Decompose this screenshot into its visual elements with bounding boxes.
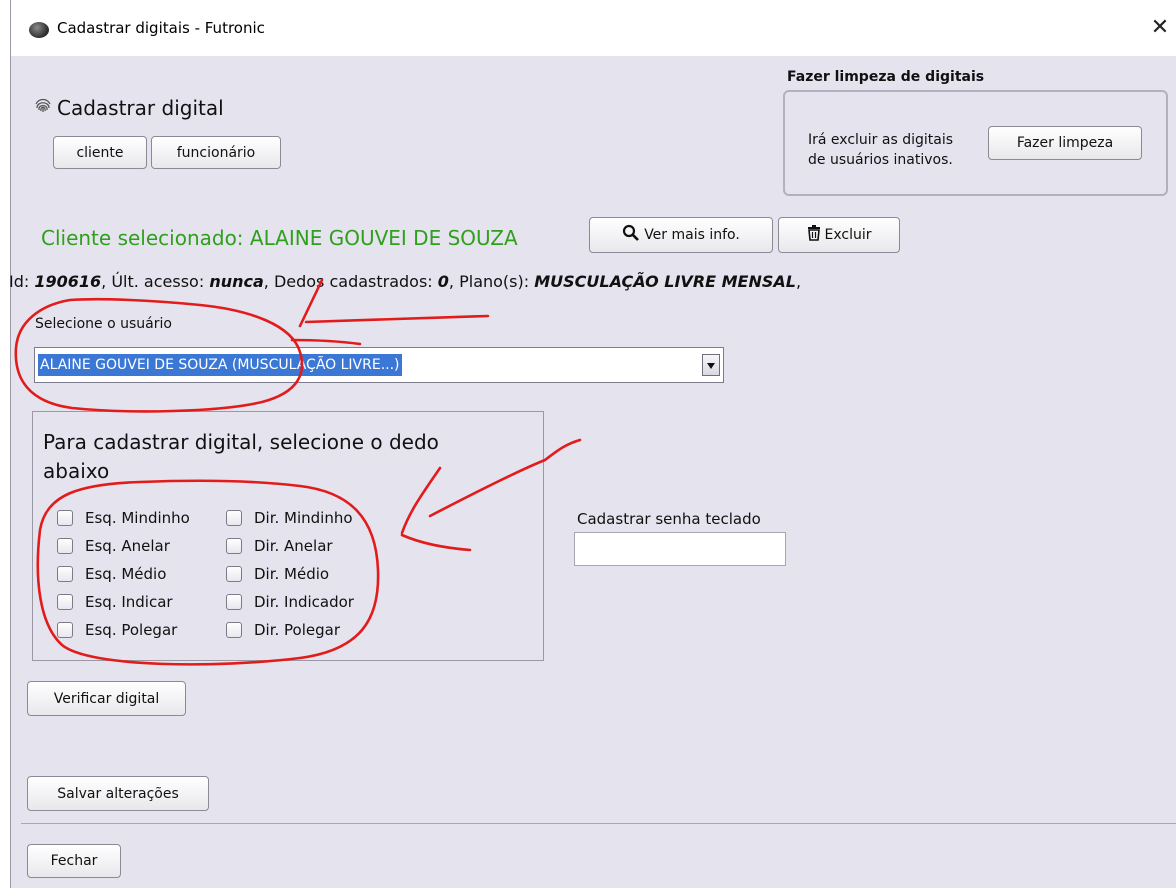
save-changes-button[interactable]: Salvar alterações [27,776,209,811]
finger-panel-title-1: Para cadastrar digital, selecione o dedo [43,430,439,454]
cleanup-description-1: Irá excluir as digitais [808,132,954,148]
right-thumb-checkbox[interactable] [226,622,242,638]
employee-button[interactable]: funcionário [151,136,281,169]
delete-label: Excluir [824,227,872,243]
main-window: Cadastrar digitais - Futronic ✕ Cadastra… [9,0,1176,888]
trash-icon [807,225,821,245]
user-select-value: ALAINE GOUVEI DE SOUZA (MUSCULAÇÃO LIVRE… [38,354,402,376]
left-index-label: Esq. Indicar [85,593,173,611]
registered-fingers-label: , Dedos cadastrados: [263,272,438,291]
right-index-label: Dir. Indicador [254,593,354,611]
left-ring-checkbox[interactable] [57,538,73,554]
cleanup-description-2: de usuários inativos. [808,152,953,168]
user-select[interactable]: ALAINE GOUVEI DE SOUZA (MUSCULAÇÃO LIVRE… [34,347,724,383]
left-pinky-checkbox[interactable] [57,510,73,526]
plan-label: , Plano(s): [448,272,535,291]
futronic-app-icon [29,22,49,38]
cleanup-button[interactable]: Fazer limpeza [988,126,1142,160]
info-trailing: , [795,272,802,291]
right-ring-checkbox[interactable] [226,538,242,554]
plan-value: MUSCULAÇÃO LIVRE MENSAL [534,272,796,291]
left-index-checkbox[interactable] [57,594,73,610]
id-value: 190616 [34,272,102,291]
right-index-checkbox[interactable] [226,594,242,610]
search-icon [622,224,640,246]
right-pinky-label: Dir. Mindinho [254,509,353,527]
right-middle-label: Dir. Médio [254,565,330,583]
more-info-button[interactable]: Ver mais info. [589,217,773,253]
left-middle-checkbox[interactable] [57,566,73,582]
title-bar: Cadastrar digitais - Futronic ✕ [11,0,1176,56]
selected-client-text: Cliente selecionado: ALAINE GOUVEI DE SO… [41,226,518,250]
close-button[interactable]: Fechar [27,844,121,878]
keypad-password-label: Cadastrar senha teclado [577,510,761,528]
left-thumb-label: Esq. Polegar [85,621,178,639]
user-select-label: Selecione o usuário [35,316,172,332]
keypad-password-input[interactable] [574,532,786,566]
id-label: Id: [9,272,35,291]
client-button[interactable]: cliente [53,136,147,169]
close-icon[interactable]: ✕ [1143,8,1176,48]
left-middle-label: Esq. Médio [85,565,167,583]
finger-panel-title-2: abaixo [43,459,110,483]
right-ring-label: Dir. Anelar [254,537,333,555]
register-heading: Cadastrar digital [57,96,224,120]
delete-button[interactable]: Excluir [778,217,900,253]
registered-fingers-value: 0 [437,272,449,291]
left-ring-label: Esq. Anelar [85,537,170,555]
right-middle-checkbox[interactable] [226,566,242,582]
left-thumb-checkbox[interactable] [57,622,73,638]
cleanup-group-title: Fazer limpeza de digitais [787,69,985,85]
window-title: Cadastrar digitais - Futronic [57,19,265,37]
more-info-label: Ver mais info. [644,227,740,243]
footer-divider [21,823,1176,824]
verify-fingerprint-button[interactable]: Verificar digital [27,681,186,716]
left-pinky-label: Esq. Mindinho [85,509,190,527]
client-info-line: Id: 190616, Últ. acesso: nunca, Dedos ca… [9,272,801,291]
right-pinky-checkbox[interactable] [226,510,242,526]
chevron-down-icon[interactable] [702,354,720,376]
fingerprint-icon [33,95,53,119]
right-thumb-label: Dir. Polegar [254,621,341,639]
last-access-value: nunca [209,272,264,291]
last-access-label: , Últ. acesso: [101,272,210,291]
